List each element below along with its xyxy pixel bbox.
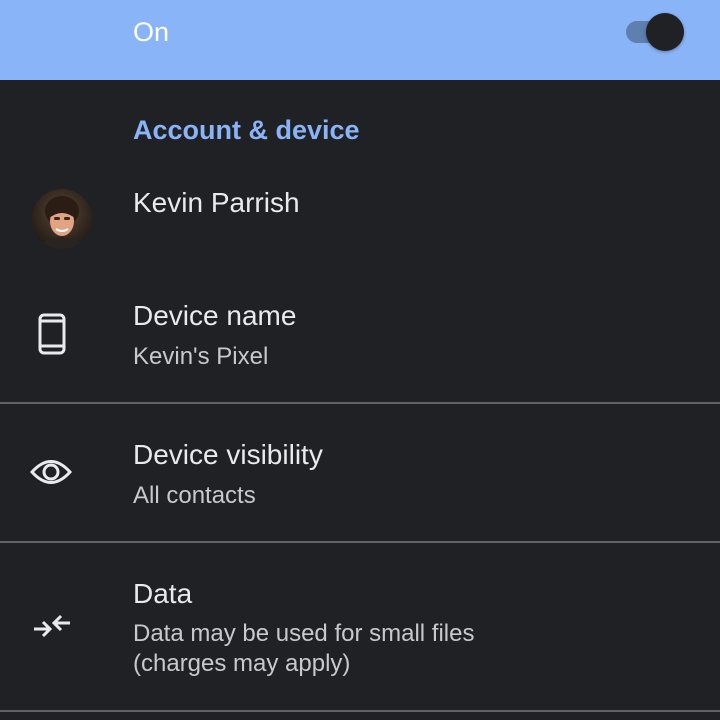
account-name: Kevin Parrish	[133, 187, 300, 218]
data-usage-value-line2: (charges may apply)	[133, 650, 351, 677]
device-name-title: Device name	[133, 300, 297, 331]
account-row[interactable]	[0, 170, 720, 270]
eye-icon	[29, 457, 73, 492]
device-visibility-value: All contacts	[133, 482, 256, 509]
nearby-share-settings-screen: On Account & device Kevin Parrish Device…	[0, 0, 720, 720]
device-name-row[interactable]	[0, 286, 720, 402]
user-avatar-icon	[32, 189, 92, 249]
device-visibility-title: Device visibility	[133, 439, 323, 470]
divider	[0, 710, 720, 712]
master-toggle-switch[interactable]	[626, 13, 688, 51]
toggle-thumb	[646, 13, 684, 51]
master-toggle-label: On	[133, 17, 170, 47]
device-visibility-row[interactable]	[0, 404, 720, 541]
master-toggle-bar[interactable]: On	[0, 0, 720, 80]
section-header-account-device: Account & device	[133, 115, 360, 145]
device-name-value: Kevin's Pixel	[133, 343, 269, 370]
data-usage-value-line1: Data may be used for small files	[133, 620, 475, 647]
phone-icon	[38, 313, 66, 360]
data-transfer-icon	[32, 612, 72, 647]
data-usage-title: Data	[133, 578, 193, 609]
